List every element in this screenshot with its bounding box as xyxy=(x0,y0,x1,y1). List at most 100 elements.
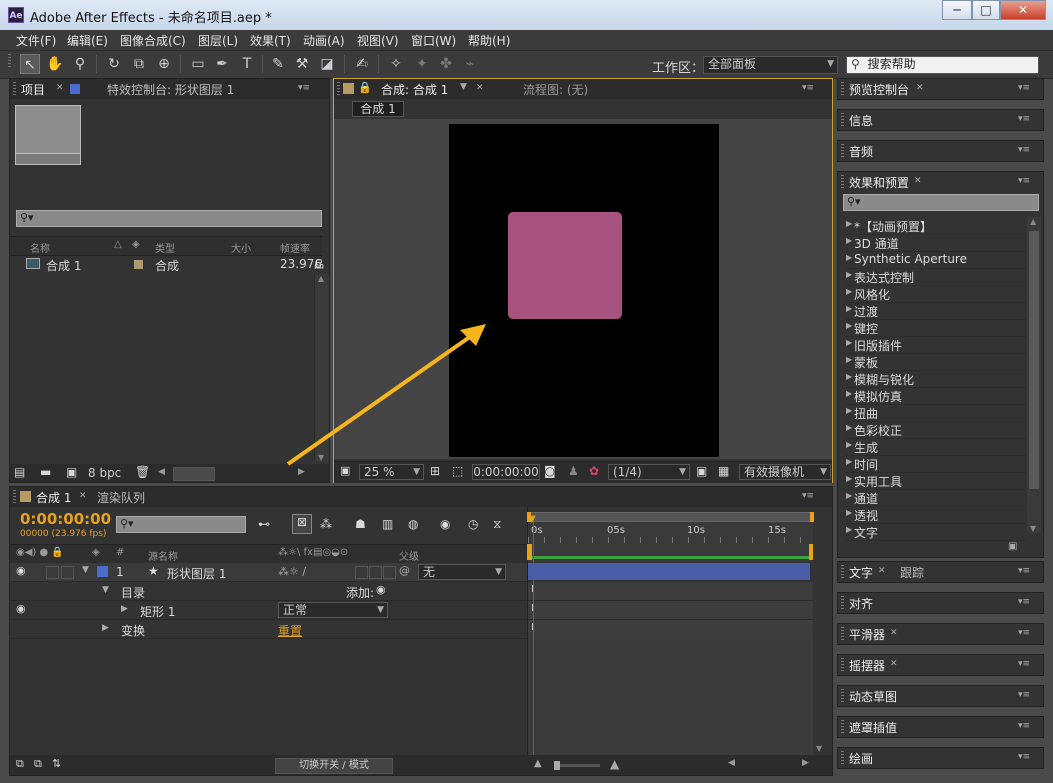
expand-rectangle-icon[interactable]: ▶ xyxy=(121,604,128,614)
effects-category-item[interactable]: ▶ 模拟仿真 xyxy=(846,387,1026,405)
new-preset-icon[interactable]: ▣ xyxy=(1008,541,1017,552)
tab-effects-presets[interactable]: 效果和预置 xyxy=(849,174,909,191)
effects-category-item[interactable]: ▶ 通道 xyxy=(846,489,1026,507)
expand-arrow-icon[interactable]: ▶ xyxy=(846,236,852,245)
panel-menu-icon[interactable]: ▾≡ xyxy=(298,83,310,93)
close-icon[interactable]: ✕ xyxy=(878,566,886,576)
minimize-button[interactable]: ─ xyxy=(942,0,972,20)
expand-arrow-icon[interactable]: ▶ xyxy=(846,423,852,432)
panel-menu-icon[interactable]: ▾≡ xyxy=(1018,690,1030,700)
effects-category-item[interactable]: ▶ *【动画预置】 xyxy=(846,217,1026,235)
time-ruler[interactable]: 0s 05s 10s 15s xyxy=(528,522,813,545)
new-composition-icon[interactable]: ▣ xyxy=(66,465,77,479)
bit-depth-button[interactable]: 8 bpc xyxy=(88,466,121,480)
expand-arrow-icon[interactable]: ▶ xyxy=(846,525,852,534)
close-icon[interactable]: ✕ xyxy=(890,628,898,638)
chevron-down-icon[interactable]: ▼ xyxy=(460,82,467,92)
time-navigator[interactable] xyxy=(527,512,814,522)
expand-arrow-icon[interactable]: ▶ xyxy=(846,474,852,483)
effects-category-item[interactable]: ▶ 键控 xyxy=(846,319,1026,337)
effects-category-item[interactable]: ▶ 扭曲 xyxy=(846,404,1026,422)
selection-tool-icon[interactable]: ↖ xyxy=(20,54,40,74)
layer-name[interactable]: 形状图层 1 xyxy=(167,565,226,582)
tab-effect-controls[interactable]: 特效控制台: 形状图层 1 xyxy=(107,81,234,98)
zoom-tool-icon[interactable]: ⚲ xyxy=(70,54,90,74)
column-parent[interactable]: 父级 xyxy=(399,548,419,563)
contents-row[interactable]: ▼ 目录 添加: ◉ xyxy=(10,582,527,601)
camera-view-dropdown[interactable]: 有效摄像机 ▼ xyxy=(739,464,831,480)
work-area-bar[interactable] xyxy=(527,544,814,562)
scroll-up-icon[interactable]: ▲ xyxy=(1030,217,1036,226)
scroll-left-icon[interactable]: ◀ xyxy=(158,467,165,477)
expand-arrow-icon[interactable]: ▶ xyxy=(846,338,852,347)
puppet-starch-tool-icon[interactable]: ✤ xyxy=(436,54,456,74)
live-update-icon[interactable]: ⊠ xyxy=(292,514,312,534)
project-item-row[interactable]: 合成 1 合成 23.976 品 xyxy=(10,255,324,273)
menu-effect[interactable]: 效果(T) xyxy=(250,32,291,49)
column-type[interactable]: 类型 xyxy=(155,240,175,255)
expand-arrow-icon[interactable]: ▶ xyxy=(846,389,852,398)
solo-toggle[interactable] xyxy=(46,566,59,579)
effects-category-item[interactable]: ▶ 风格化 xyxy=(846,285,1026,303)
panel-menu-icon[interactable]: ▾≡ xyxy=(1018,566,1030,576)
show-snapshot-icon[interactable]: ♟ xyxy=(568,464,579,478)
rectangle-group-row[interactable]: ◉ ▶ 矩形 1 正常 ▼ xyxy=(10,601,527,620)
new-folder-icon[interactable]: ▬ xyxy=(40,465,51,479)
layer-switches-icons[interactable]: ⁂☼ ∕ xyxy=(278,565,306,578)
auto-keyframe-icon[interactable]: ◷ xyxy=(468,517,478,531)
timeline-empty-area[interactable] xyxy=(528,637,813,755)
effects-category-item[interactable]: ▶ 生成 xyxy=(846,438,1026,456)
switch-box[interactable] xyxy=(355,566,368,579)
rectangle-group-name[interactable]: 矩形 1 xyxy=(140,603,175,620)
reset-link[interactable]: 重置 xyxy=(278,622,302,639)
resolution-dropdown[interactable]: (1/4) ▼ xyxy=(608,464,690,480)
scroll-up-icon[interactable]: ▲ xyxy=(318,274,324,283)
timeline-search-input[interactable]: ⚲▾ xyxy=(116,516,246,533)
column-fps[interactable]: 帧速率 xyxy=(280,240,310,255)
brainstorm-icon[interactable]: ◉ xyxy=(440,517,450,531)
effects-category-item[interactable]: ▶ 蒙板 xyxy=(846,353,1026,371)
brush-tool-icon[interactable]: ✎ xyxy=(268,54,288,74)
puppet-extra-tool-icon[interactable]: ⌁ xyxy=(460,54,480,74)
effects-category-item[interactable]: ▶ 3D 通道 xyxy=(846,234,1026,252)
menu-composition[interactable]: 图像合成(C) xyxy=(120,32,186,49)
scroll-left-icon[interactable]: ◀ xyxy=(728,758,735,768)
playhead-icon[interactable]: ▼ xyxy=(528,514,536,525)
tab-tracker[interactable]: 跟踪 xyxy=(900,564,924,581)
effects-category-item[interactable]: ▶ 透视 xyxy=(846,506,1026,524)
region-of-interest-icon[interactable]: ▣ xyxy=(696,464,707,478)
hide-shy-layers-icon[interactable]: ☗ xyxy=(355,517,366,531)
effects-category-item[interactable]: ▶ 表达式控制 xyxy=(846,268,1026,286)
tab-flowchart[interactable]: 流程图: (无) xyxy=(523,81,588,98)
tab-audio[interactable]: 音频 xyxy=(849,143,873,160)
layer-switches-toggle-icon[interactable]: ⧉ xyxy=(16,757,24,771)
tab-wiggler[interactable]: 摇摆器 xyxy=(849,657,885,674)
expand-arrow-icon[interactable]: ▶ xyxy=(846,406,852,415)
expand-arrow-icon[interactable]: ▶ xyxy=(846,508,852,517)
navigator-end-handle[interactable] xyxy=(810,512,814,522)
transform-row[interactable]: ▶ 变换 重置 xyxy=(10,620,527,639)
scroll-right-icon[interactable]: ▶ xyxy=(802,758,809,768)
tab-motion-sketch[interactable]: 动态草图 xyxy=(849,688,897,705)
clone-stamp-tool-icon[interactable]: ⚒ xyxy=(292,54,312,74)
panel-menu-icon[interactable]: ▾≡ xyxy=(1018,721,1030,731)
expand-arrow-icon[interactable]: ▶ xyxy=(846,321,852,330)
expand-layer-icon[interactable]: ▼ xyxy=(82,565,89,575)
expand-arrow-icon[interactable]: ▶ xyxy=(846,491,852,500)
panel-menu-icon[interactable]: ▾≡ xyxy=(1018,114,1030,124)
panel-menu-icon[interactable]: ▾≡ xyxy=(1018,83,1030,93)
lock-toggle[interactable] xyxy=(61,566,74,579)
column-size[interactable]: 大小 xyxy=(231,240,251,255)
channel-rgb-icon[interactable]: ✿ xyxy=(589,464,599,478)
tab-info[interactable]: 信息 xyxy=(849,112,873,129)
comp-mini-flowchart-icon[interactable]: ⊷ xyxy=(258,517,270,531)
tab-align[interactable]: 对齐 xyxy=(849,595,873,612)
frame-blending-icon[interactable]: ▥ xyxy=(382,517,393,531)
puppet-pin-tool-icon[interactable]: ✧ xyxy=(386,54,406,74)
panel-menu-icon[interactable]: ▾≡ xyxy=(1018,145,1030,155)
expand-arrow-icon[interactable]: ▶ xyxy=(846,355,852,364)
workspace-dropdown[interactable]: 全部面板 ▼ xyxy=(703,56,838,74)
layer-label-color[interactable] xyxy=(97,566,108,577)
current-time-indicator[interactable]: ▼ xyxy=(528,514,536,755)
current-time-display[interactable]: 0:00:00:00 xyxy=(20,510,111,528)
